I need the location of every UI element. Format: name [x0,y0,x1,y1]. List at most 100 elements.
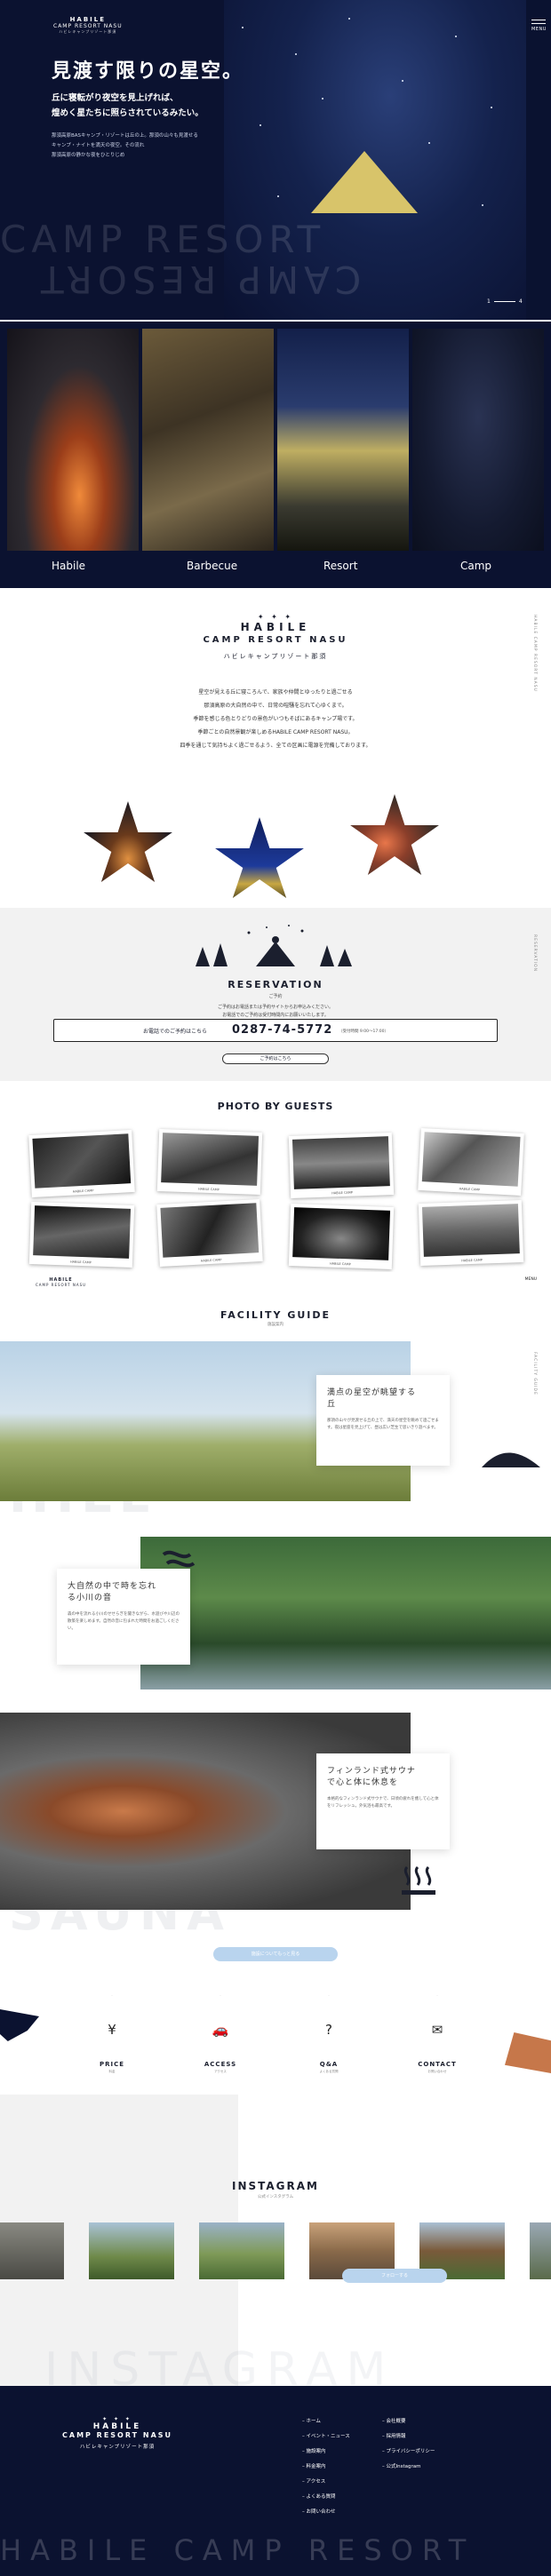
facility-sauna-card: フィンランド式サウナ で心と体に休息を 本格的なフィンランド式サウナで、日頃の疲… [316,1753,450,1849]
guest-photo[interactable]: HABILE CAMP [288,1132,395,1199]
phone-number[interactable]: 0287-74-5772 [232,1023,332,1037]
reservation-section: RESERVATION ご予約 ご予約はお電話または予約サイトからお申込みくださ… [0,908,551,1081]
footer-link[interactable]: よくある質問 [302,2490,350,2505]
facility-menu-button[interactable]: MENU [525,1277,537,1282]
footer-logo-line-2: CAMP RESORT NASU [62,2431,173,2439]
category-barbecue[interactable] [142,329,274,551]
reservation-button[interactable]: ご予約はこちら [222,1053,329,1064]
category-habile[interactable] [7,329,139,551]
facility-header: HABILE CAMP RESORT NASU MENU FACILITY GU… [0,1272,551,1334]
footer-link[interactable]: アクセス [302,2475,350,2490]
footer-link[interactable]: プライバシーポリシー [382,2445,435,2460]
guest-photo-caption: HABILE CAMP [197,1187,220,1192]
guest-photo[interactable]: HABILE CAMP [418,1199,524,1267]
logo-line-3: ハビレキャンプリゾート那須 [59,29,117,34]
river-icon [162,1550,196,1568]
guest-photo-caption: HABILE CAMP [331,1190,353,1196]
footer-logo-line-3: ハビレキャンプリゾート那須 [79,2445,156,2450]
footer-link[interactable]: 施設案内 [302,2445,350,2460]
guest-photo[interactable]: HABILE CAMP [288,1203,395,1270]
category-label-barbecue[interactable]: Barbecue [187,560,320,572]
guest-photo-caption: HABILE CAMP [72,1189,94,1194]
facility-more-button[interactable]: 施設についてもっと見る [213,1947,338,1961]
access-label[interactable]: ACCESS [176,2061,265,2068]
facility-logo[interactable]: HABILE CAMP RESORT NASU [36,1277,86,1287]
footer-logo[interactable]: ✦ ✦ ✦ HABILE CAMP RESORT NASU ハビレキャンプリゾー… [62,2416,172,2450]
reservation-desc-line-1: ご予約はお電話または予約サイトからお申込みください。 [217,1005,333,1010]
contact-sublabel: お問い合わせ [427,2070,447,2073]
footer-link[interactable]: イベント・ニュース [302,2429,350,2445]
hero-background-text-mirrored: CAMP RESORT [36,258,362,301]
phone-hours: （受付時間 9:00〜17:00） [339,1030,389,1034]
guest-photo[interactable]: HABILE CAMP [418,1128,524,1196]
pager-bar [493,301,515,302]
instagram-section: INSTAGRAM 公式インスタグラム フォローする INSTAGRAM [0,2095,551,2397]
qa-label[interactable]: Q&A [284,2061,373,2068]
header-logo[interactable]: HABILE CAMP RESORT NASU ハビレキャンプリゾート那須 [53,16,123,35]
instagram-photo[interactable] [199,2222,284,2279]
price-sublabel: 料金 [108,2070,116,2073]
category-habile-photo [7,329,139,551]
category-resort-photo [277,329,409,551]
category-resort[interactable] [277,329,409,551]
footer-link[interactable]: 料金案内 [302,2460,350,2475]
facility-sauna-title: フィンランド式サウナ で心と体に休息を [327,1767,416,1787]
contact-label[interactable]: CONTACT [393,2061,482,2068]
star-photo-1 [84,801,172,882]
sauna-steam-icon [402,1865,435,1895]
reservation-title: RESERVATION [228,979,323,990]
logo-line-1: HABILE [69,16,107,23]
camp-illustration-icon [196,925,352,966]
footer-logo-stars: ✦ ✦ ✦ [102,2416,132,2422]
instagram-photo[interactable] [89,2222,174,2279]
hero-desc-line-2: キャンプ・ナイトを満天の夜空。その流れ [52,143,145,148]
price-label[interactable]: PRICE [68,2061,156,2068]
hero-slide-pager[interactable]: 14 [487,298,523,305]
facility-hill-desc: 那須の山々が見渡せる丘の上で、満天の星空を眺めて過ごせます。夜は星座を見上げて、… [327,1419,439,1430]
footer-link[interactable]: 会社概要 [382,2414,435,2429]
category-camp-photo [412,329,544,551]
category-label-camp[interactable]: Camp [460,560,551,572]
instagram-photo[interactable] [0,2222,64,2279]
hero-desc-line-3: 那須高原の静かな夜をひとりじめ [52,153,125,158]
guest-photo[interactable]: HABILE CAMP [156,1199,263,1267]
yen-icon: ¥ [108,2022,116,2038]
footer-link[interactable]: ホーム [302,2414,350,2429]
category-strip: Habile Barbecue Resort Camp [0,322,551,588]
quick-links-section: ¥ PRICE 料金 🚗 ACCESS アクセス ? Q&A よくある質問 ✉ … [0,1970,551,2095]
instagram-photo[interactable] [530,2222,551,2279]
phone-label: お電話でのご予約はこちら [143,1029,208,1035]
instagram-follow-button[interactable]: フォローする [342,2269,447,2283]
facility-logo-line-2: CAMP RESORT NASU [36,1283,87,1287]
hero-background-text: CAMP RESORT [0,218,326,261]
question-icon: ? [325,2022,332,2038]
category-label-resort[interactable]: Resort [323,560,457,572]
footer-link[interactable]: 公式Instagram [382,2460,435,2475]
menu-button[interactable]: MENU [531,20,546,41]
about-text: 星空が見える丘に寝ころんで、家族や仲間とゆったりと過ごせる 那須高原の大自然の中… [80,686,471,752]
tent-illustration [311,151,418,213]
guest-photo[interactable]: HABILE CAMP [28,1201,135,1268]
facility-vertical-label: FACILITY GUIDE [532,1352,537,1395]
footer-link[interactable]: お問い合わせ [302,2505,350,2520]
facility-subtitle: 施設案内 [268,1323,283,1327]
category-camp[interactable] [412,329,544,551]
category-label-habile[interactable]: Habile [52,560,185,572]
footer-link[interactable]: 採用情報 [382,2429,435,2445]
about-text-line: 季節ごとの自然景観が楽しめるHABILE CAMP RESORT NASU。 [197,729,354,735]
hero-desc-line-1: 那須高原BASキャンプ・リゾートは丘の上。那須の山々も見渡せる [52,133,198,139]
about-logo: ✦ ✦ ✦ HABILE CAMP RESORT NASU ハビレキャンプリゾー… [0,613,551,661]
guest-photo[interactable]: HABILE CAMP [156,1128,263,1196]
footer-nav-primary: ホーム イベント・ニュース 施設案内 料金案内 アクセス よくある質問 お問い合… [302,2414,350,2520]
access-sublabel: アクセス [214,2070,227,2073]
guest-photo-caption: HABILE CAMP [459,1187,481,1192]
facility-hill-card: 満点の星空が眺望する 丘 那須の山々が見渡せる丘の上で、満天の星空を眺めて過ごせ… [316,1375,450,1466]
decorative-star-right [505,2032,551,2073]
phone-reservation-box[interactable]: お電話でのご予約はこちら 0287-74-5772 （受付時間 9:00〜17:… [53,1019,498,1042]
about-logo-line-2: CAMP RESORT NASU [203,635,348,645]
facility-title: FACILITY GUIDE [220,1309,331,1321]
about-vertical-label: HABILE CAMP RESORT NASU [532,615,537,692]
decorative-star-left [0,2009,39,2041]
guest-photo[interactable]: HABILE CAMP [28,1130,135,1197]
guests-title: PHOTO BY GUESTS [217,1101,334,1112]
